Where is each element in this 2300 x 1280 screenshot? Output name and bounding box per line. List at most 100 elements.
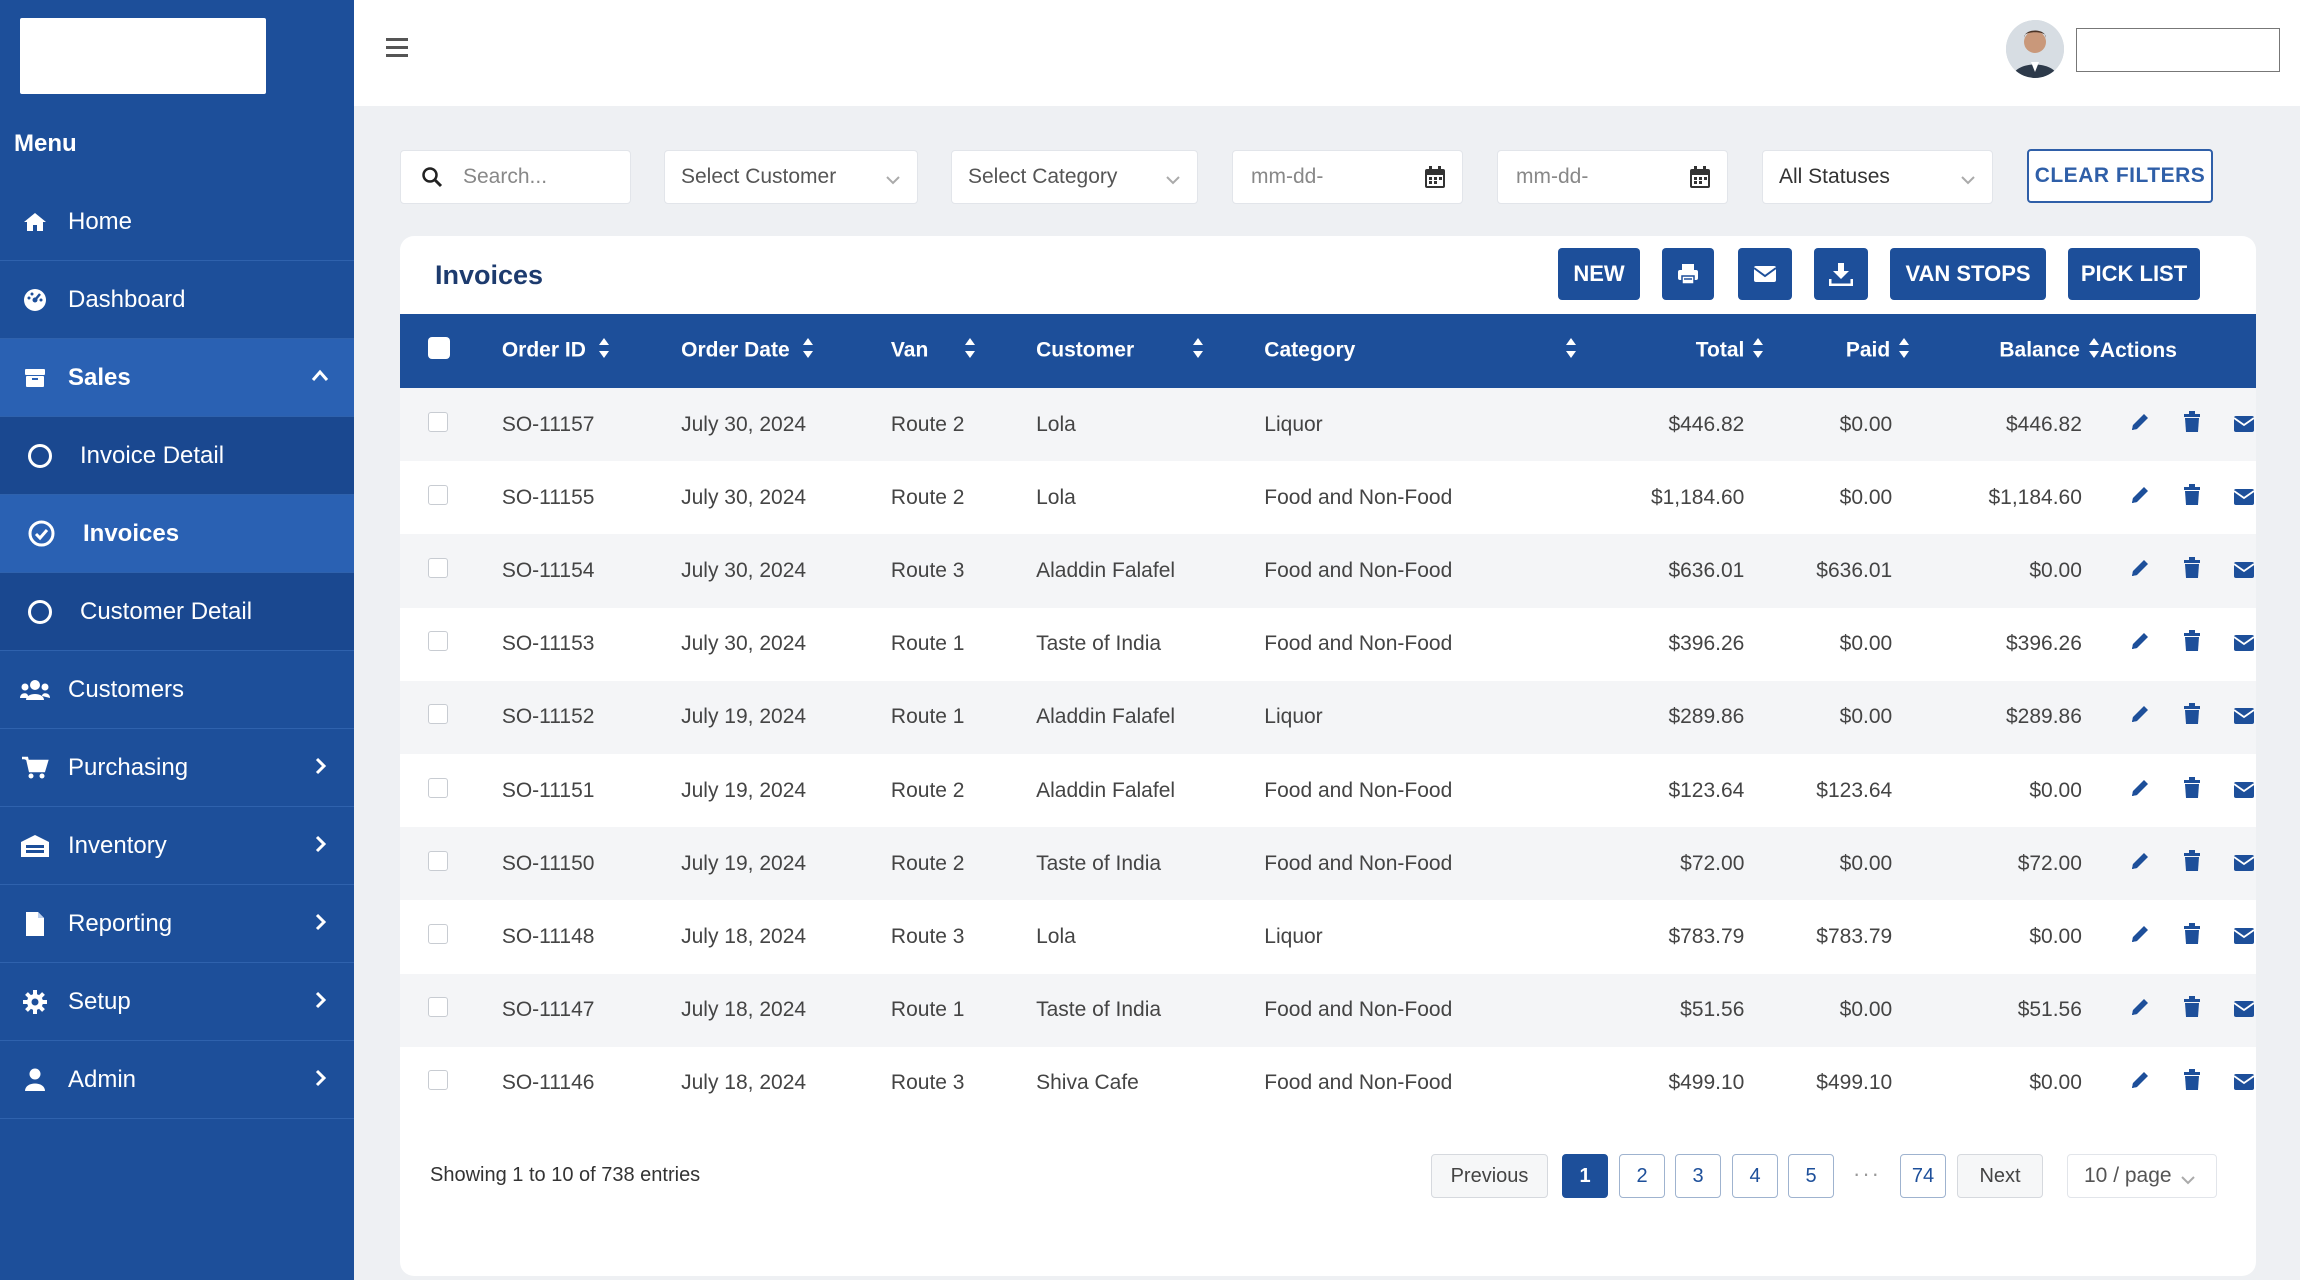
- envelope-icon[interactable]: [2232, 561, 2256, 579]
- column-header-paid[interactable]: Paid: [1764, 314, 1910, 388]
- trash-icon[interactable]: [2180, 776, 2204, 799]
- order-id-cell[interactable]: SO-11155: [502, 461, 681, 534]
- page-button-4[interactable]: 4: [1732, 1154, 1778, 1198]
- calendar-icon[interactable]: [1689, 165, 1711, 195]
- avatar[interactable]: [2006, 20, 2064, 78]
- page-size-select[interactable]: 10 / page: [2067, 1154, 2217, 1198]
- envelope-icon[interactable]: [2232, 1073, 2256, 1091]
- select-all-checkbox[interactable]: [400, 314, 502, 388]
- pagination-ellipsis[interactable]: ···: [1853, 1161, 1881, 1187]
- date-from-field[interactable]: mm-dd-: [1232, 150, 1463, 204]
- table-row[interactable]: SO-11148 July 18, 2024 Route 3 Lola Liquor $7…: [400, 900, 2256, 974]
- order-id-cell[interactable]: SO-11153: [502, 608, 681, 681]
- sort-icon[interactable]: [598, 337, 610, 365]
- page-button-last[interactable]: 74: [1900, 1154, 1946, 1198]
- order-id-cell[interactable]: SO-11151: [502, 754, 681, 827]
- envelope-icon[interactable]: [2232, 854, 2256, 872]
- download-button[interactable]: [1814, 248, 1868, 300]
- sidebar-item-inventory[interactable]: Inventory: [0, 807, 354, 885]
- order-id-cell[interactable]: SO-11154: [502, 534, 681, 607]
- edit-icon[interactable]: [2128, 850, 2152, 872]
- order-id-cell[interactable]: SO-11148: [502, 900, 681, 973]
- date-from-input[interactable]: mm-dd-: [1251, 165, 1323, 189]
- page-button-3[interactable]: 3: [1675, 1154, 1721, 1198]
- envelope-icon[interactable]: [2232, 707, 2256, 725]
- order-id-cell[interactable]: SO-11152: [502, 681, 681, 754]
- row-checkbox[interactable]: [400, 754, 502, 827]
- sidebar-item-setup[interactable]: Setup: [0, 963, 354, 1041]
- trash-icon[interactable]: [2180, 703, 2204, 725]
- page-button-5[interactable]: 5: [1788, 1154, 1834, 1198]
- column-header-category[interactable]: Category: [1264, 314, 1602, 388]
- sort-icon[interactable]: [1898, 337, 1910, 365]
- envelope-icon[interactable]: [2232, 781, 2256, 799]
- column-header-customer[interactable]: Customer: [1036, 314, 1264, 388]
- edit-icon[interactable]: [2128, 996, 2152, 1018]
- sidebar-item-dashboard[interactable]: Dashboard: [0, 261, 354, 339]
- table-row[interactable]: SO-11147 July 18, 2024 Route 1 Taste of Ind…: [400, 973, 2256, 1047]
- table-row[interactable]: SO-11153 July 30, 2024 Route 1 Taste of Ind…: [400, 607, 2256, 681]
- user-name-box[interactable]: [2076, 28, 2280, 72]
- email-button[interactable]: [1738, 248, 1792, 300]
- edit-icon[interactable]: [2128, 484, 2152, 506]
- order-id-cell[interactable]: SO-11147: [502, 974, 681, 1047]
- sort-icon[interactable]: [1752, 337, 1764, 365]
- envelope-icon[interactable]: [2232, 634, 2256, 652]
- envelope-icon[interactable]: [2232, 415, 2256, 433]
- search-input[interactable]: Search...: [463, 165, 547, 189]
- sidebar-item-purchasing[interactable]: Purchasing: [0, 729, 354, 807]
- envelope-icon[interactable]: [2232, 1000, 2256, 1018]
- envelope-icon[interactable]: [2232, 927, 2256, 945]
- sort-icon[interactable]: [964, 337, 976, 365]
- trash-icon[interactable]: [2180, 849, 2204, 872]
- edit-icon[interactable]: [2128, 777, 2152, 799]
- row-checkbox[interactable]: [400, 827, 502, 900]
- sidebar-item-reporting[interactable]: Reporting: [0, 885, 354, 963]
- status-select[interactable]: All Statuses: [1762, 150, 1993, 204]
- sidebar-item-sales[interactable]: Sales: [0, 339, 354, 417]
- table-row[interactable]: SO-11146 July 18, 2024 Route 3 Shiva Cafe Fo…: [400, 1046, 2256, 1120]
- trash-icon[interactable]: [2180, 483, 2204, 506]
- column-header-total[interactable]: Total: [1602, 314, 1764, 388]
- sort-icon[interactable]: [802, 337, 814, 365]
- sort-icon[interactable]: [1565, 337, 1577, 365]
- new-invoice-button[interactable]: NEW: [1558, 248, 1640, 300]
- trash-icon[interactable]: [2180, 630, 2204, 652]
- row-checkbox[interactable]: [400, 681, 502, 754]
- date-to-field[interactable]: mm-dd-: [1497, 150, 1728, 204]
- row-checkbox[interactable]: [400, 534, 502, 607]
- clear-filters-button[interactable]: CLEAR FILTERS: [2027, 149, 2213, 203]
- trash-icon[interactable]: [2180, 922, 2204, 945]
- edit-icon[interactable]: [2128, 630, 2152, 652]
- order-id-cell[interactable]: SO-11146: [502, 1047, 681, 1120]
- row-checkbox[interactable]: [400, 461, 502, 534]
- table-row[interactable]: SO-11155 July 30, 2024 Route 2 Lola Food and…: [400, 461, 2256, 535]
- table-row[interactable]: SO-11157 July 30, 2024 Route 2 Lola Liquor $4…: [400, 388, 2256, 462]
- sidebar-item-home[interactable]: Home: [0, 183, 354, 261]
- sort-icon[interactable]: [1192, 337, 1204, 365]
- hamburger-menu-icon[interactable]: [386, 38, 408, 62]
- trash-icon[interactable]: [2180, 1069, 2204, 1091]
- trash-icon[interactable]: [2180, 556, 2204, 579]
- trash-icon[interactable]: [2180, 410, 2204, 433]
- order-id-cell[interactable]: SO-11150: [502, 827, 681, 900]
- edit-icon[interactable]: [2128, 557, 2152, 579]
- previous-page-button[interactable]: Previous: [1431, 1154, 1548, 1198]
- sidebar-item-invoices[interactable]: Invoices: [0, 495, 354, 573]
- row-checkbox[interactable]: [400, 608, 502, 681]
- row-checkbox[interactable]: [400, 900, 502, 973]
- table-row[interactable]: SO-11154 July 30, 2024 Route 3 Aladdin Fala…: [400, 534, 2256, 608]
- edit-icon[interactable]: [2128, 1069, 2152, 1091]
- sidebar-item-customers[interactable]: Customers: [0, 651, 354, 729]
- row-checkbox[interactable]: [400, 388, 502, 461]
- column-header-order-date[interactable]: Order Date: [681, 314, 891, 388]
- trash-icon[interactable]: [2180, 996, 2204, 1018]
- sidebar-item-invoice-detail[interactable]: Invoice Detail: [0, 417, 354, 495]
- row-checkbox[interactable]: [400, 1047, 502, 1120]
- row-checkbox[interactable]: [400, 974, 502, 1047]
- pick-list-button[interactable]: PICK LIST: [2068, 248, 2200, 300]
- page-button-1[interactable]: 1: [1562, 1154, 1608, 1198]
- print-button[interactable]: [1662, 248, 1714, 300]
- search-field[interactable]: Search...: [400, 150, 631, 204]
- van-stops-button[interactable]: VAN STOPS: [1890, 248, 2046, 300]
